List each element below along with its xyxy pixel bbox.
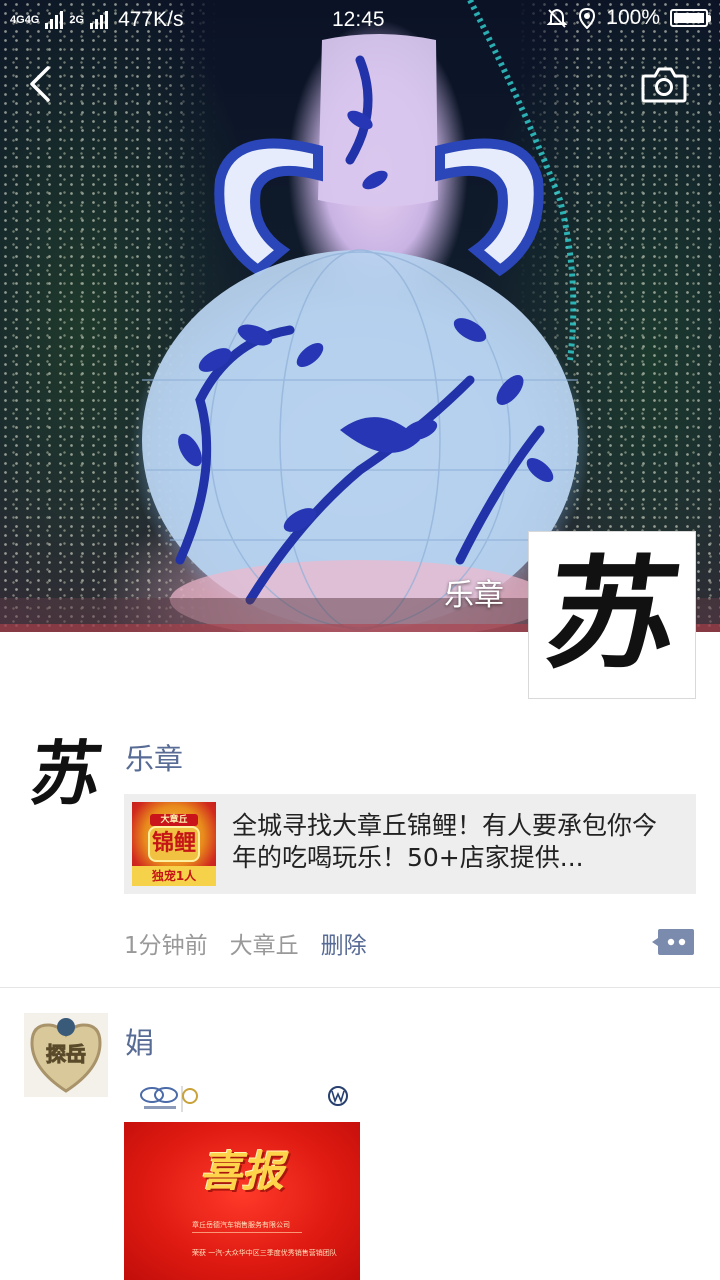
image-logo-strip (124, 1076, 360, 1122)
shared-link-thumbnail: 大章丘 锦鲤 独宠1人 (132, 802, 216, 886)
signal-icon (45, 11, 64, 29)
shared-link-card[interactable]: 大章丘 锦鲤 独宠1人 全城寻找大章丘锦鲤！有人要承包你今年的吃喝玩乐！50+店… (124, 794, 696, 894)
avatar[interactable]: 探岳 (24, 1013, 108, 1097)
thumb-bottom-text: 独宠1人 (132, 866, 216, 886)
avatar-badge-text: 探岳 (46, 1042, 86, 1066)
thumb-main-text: 锦鲤 (148, 826, 200, 862)
status-left: 4G4G 2G 477K/s (10, 8, 183, 32)
profile-avatar-glyph: 苏 (536, 543, 689, 686)
thumb-top-text: 大章丘 (150, 814, 198, 826)
network-speed: 477K/s (118, 8, 184, 31)
status-right: 100% (546, 6, 711, 30)
chevron-left-icon (30, 66, 50, 102)
camera-button[interactable] (640, 64, 688, 106)
network-type-2: 4G (24, 13, 40, 26)
post-location[interactable]: 大章丘 (230, 926, 299, 960)
brand-logos (140, 1086, 348, 1112)
battery-icon (670, 9, 711, 27)
comment-button[interactable] (652, 927, 696, 957)
avatar[interactable]: 苏 (24, 732, 108, 816)
profile-avatar[interactable]: 苏 (528, 531, 696, 699)
image-line-2: 荣获 一汽-大众华中区三季度优秀销售营销团队 (192, 1249, 337, 1257)
battery-fill (674, 13, 704, 23)
image-divider (192, 1232, 302, 1233)
comment-dots-icon (652, 929, 694, 955)
clock: 12:45 (332, 8, 385, 31)
shared-link-title: 全城寻找大章丘锦鲤！有人要承包你今年的吃喝玩乐！50+店家提供... (232, 811, 658, 872)
post-meta: 1分钟前 大章丘 删除 (124, 926, 367, 960)
avatar-glyph: 苏 (25, 732, 107, 815)
delete-button[interactable]: 删除 (321, 926, 367, 960)
post-author[interactable]: 娟 (125, 1020, 154, 1062)
profile-name[interactable]: 乐章 (444, 570, 504, 614)
battery-percent: 100% (606, 6, 660, 29)
status-bar: 4G4G 2G 477K/s 12:45 100% (0, 0, 720, 38)
post-image[interactable]: 喜报 章丘岳德汽车销售服务有限公司 荣获 一汽-大众华中区三季度优秀销售营销团队 (124, 1076, 360, 1280)
image-headline: 喜报 (199, 1147, 284, 1196)
image-line-1: 章丘岳德汽车销售服务有限公司 (192, 1221, 290, 1229)
network-type: 4G4G (10, 13, 40, 26)
back-button[interactable] (22, 62, 62, 106)
location-icon (579, 7, 596, 29)
moment-post: 探岳 娟 喜报 章丘岳德汽车销售服务有限公司 荣获 一汽-大众华中区三季度优秀销… (0, 990, 720, 1280)
network-type-3: 2G (69, 13, 85, 26)
post-time: 1分钟前 (124, 933, 208, 959)
camera-icon (641, 67, 687, 103)
post-author[interactable]: 乐章 (125, 736, 183, 778)
network-type-1: 4G (10, 13, 25, 26)
signal-icon-2 (90, 11, 109, 29)
moment-post: 苏 乐章 大章丘 锦鲤 独宠1人 全城寻找大章丘锦鲤！有人要承包你今年的吃喝玩乐… (0, 720, 720, 988)
avatar-badge-image: 探岳 (30, 1018, 102, 1093)
mute-bell-icon (546, 8, 568, 28)
